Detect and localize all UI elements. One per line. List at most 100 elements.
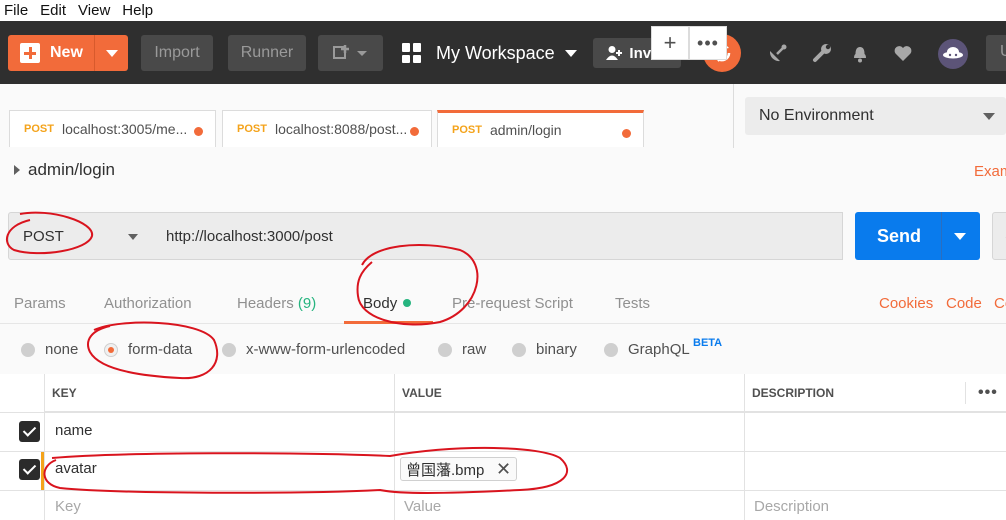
environment-selector[interactable]: No Environment (745, 97, 1006, 135)
body-type-graphql[interactable]: GraphQL (604, 341, 690, 358)
body-type-none[interactable]: none (21, 341, 78, 358)
row-divider (0, 451, 1006, 452)
tab-params[interactable]: Params (14, 295, 66, 312)
row-checkbox[interactable] (19, 459, 40, 480)
body-type-raw[interactable]: raw (438, 341, 486, 358)
row-checkbox[interactable] (19, 421, 40, 442)
chevron-down-icon (128, 234, 138, 240)
new-button-divider (94, 35, 95, 71)
tab-method-label: POST (24, 123, 54, 135)
body-type-form-data[interactable]: form-data (104, 341, 192, 358)
tab-body[interactable]: Body (363, 295, 412, 312)
tab-authorization[interactable]: Authorization (104, 295, 192, 312)
key-placeholder[interactable]: Key (55, 498, 81, 515)
comments-link[interactable]: Co (994, 295, 1006, 312)
tab-request-1[interactable]: POST localhost:3005/me... (9, 110, 216, 147)
menu-bar: File Edit View Help (0, 0, 1006, 21)
tab-label: localhost:8088/post... (274, 121, 408, 137)
body-type-label: x-www-form-urlencoded (246, 341, 406, 358)
tab-label: localhost:3005/me... (61, 121, 188, 137)
column-header-description: DESCRIPTION (744, 374, 1006, 412)
radio-icon[interactable] (604, 342, 618, 357)
value-placeholder[interactable]: Value (404, 498, 441, 515)
avatar[interactable] (938, 39, 968, 69)
active-tab-underline (344, 321, 433, 324)
send-button[interactable]: Send (855, 212, 980, 260)
menu-edit[interactable]: Edit (36, 2, 74, 19)
remove-file-icon[interactable]: ✕ (496, 459, 511, 480)
table-more-icon[interactable]: ••• (978, 384, 998, 402)
radio-icon[interactable] (222, 342, 236, 357)
wrench-icon[interactable] (811, 42, 833, 64)
active-dot-icon (403, 299, 412, 307)
table-cell-key[interactable]: avatar (55, 460, 97, 477)
body-type-label: raw (462, 341, 487, 358)
column-divider (965, 382, 966, 404)
body-type-label: GraphQL (628, 341, 690, 358)
code-link[interactable]: Code (946, 295, 982, 312)
tab-request-2[interactable]: POST localhost:8088/post... (222, 110, 432, 147)
sign-in-button[interactable]: U (986, 35, 1006, 71)
user-avatar-icon (943, 47, 963, 59)
tab-prerequest-script[interactable]: Pre-request Script (452, 295, 573, 312)
method-select[interactable]: POST (8, 212, 154, 260)
new-window-icon (332, 45, 367, 59)
expand-caret-icon[interactable] (14, 165, 20, 175)
runner-button[interactable]: Runner (228, 35, 306, 71)
menu-help[interactable]: Help (118, 2, 161, 19)
headers-count-badge: (9) (297, 295, 317, 312)
save-button[interactable]: S (992, 212, 1006, 260)
request-sub-tabs: Params Authorization Headers (9) Body Pr… (0, 286, 1006, 324)
heart-icon[interactable] (892, 42, 914, 64)
header-toolbar: New Import Runner My Workspace Invite U (0, 21, 1006, 84)
satellite-icon[interactable] (767, 42, 789, 64)
beta-badge: BETA (693, 337, 723, 349)
environment-label: No Environment (759, 107, 874, 124)
column-divider (394, 374, 395, 520)
tab-request-3[interactable]: POST admin/login (437, 110, 644, 147)
bell-icon[interactable] (849, 42, 871, 64)
cookies-link[interactable]: Cookies (879, 295, 933, 312)
add-tab-button[interactable]: + (651, 26, 689, 60)
tab-method-label: POST (237, 123, 267, 135)
workspace-selector[interactable]: My Workspace (402, 35, 577, 71)
examples-link[interactable]: Exam (974, 163, 1006, 180)
radio-icon[interactable] (438, 342, 452, 357)
tab-tests[interactable]: Tests (615, 295, 650, 312)
chevron-down-icon[interactable] (106, 50, 118, 57)
tab-headers-label: Headers (237, 295, 294, 312)
method-select-value: POST (23, 227, 64, 245)
column-header-key: KEY (44, 374, 395, 412)
menu-view[interactable]: View (74, 2, 118, 19)
tab-headers[interactable]: Headers (9) (237, 295, 316, 312)
request-name[interactable]: admin/login (14, 160, 115, 180)
send-button-label: Send (877, 225, 922, 246)
workspace-grid-icon (402, 43, 422, 63)
radio-icon[interactable] (21, 342, 35, 357)
active-row-marker (41, 452, 44, 490)
row-divider (0, 412, 1006, 413)
unsaved-dot-icon (194, 127, 203, 136)
body-type-binary[interactable]: binary (512, 341, 577, 358)
radio-selected-icon[interactable] (104, 342, 118, 357)
menu-file[interactable]: File (0, 2, 36, 19)
description-placeholder[interactable]: Description (754, 498, 829, 515)
column-divider (744, 374, 745, 520)
row-divider (0, 490, 1006, 491)
url-input[interactable]: http://localhost:3000/post (153, 212, 843, 260)
radio-icon[interactable] (512, 342, 526, 357)
more-tabs-icon[interactable]: ••• (689, 26, 727, 60)
new-window-button[interactable] (318, 35, 383, 71)
import-button[interactable]: Import (141, 35, 213, 71)
file-chip[interactable]: 曾国藩.bmp ✕ (400, 457, 517, 481)
plus-icon (20, 43, 40, 63)
tab-body-label: Body (363, 295, 398, 312)
new-button[interactable]: New (8, 35, 128, 71)
body-type-urlencoded[interactable]: x-www-form-urlencoded (222, 341, 405, 358)
chevron-down-icon[interactable] (954, 233, 966, 240)
body-type-label: form-data (128, 341, 193, 358)
tab-method-label: POST (452, 124, 482, 136)
new-button-label: New (50, 44, 83, 61)
body-type-label: none (45, 341, 79, 358)
table-cell-key[interactable]: name (55, 422, 93, 439)
